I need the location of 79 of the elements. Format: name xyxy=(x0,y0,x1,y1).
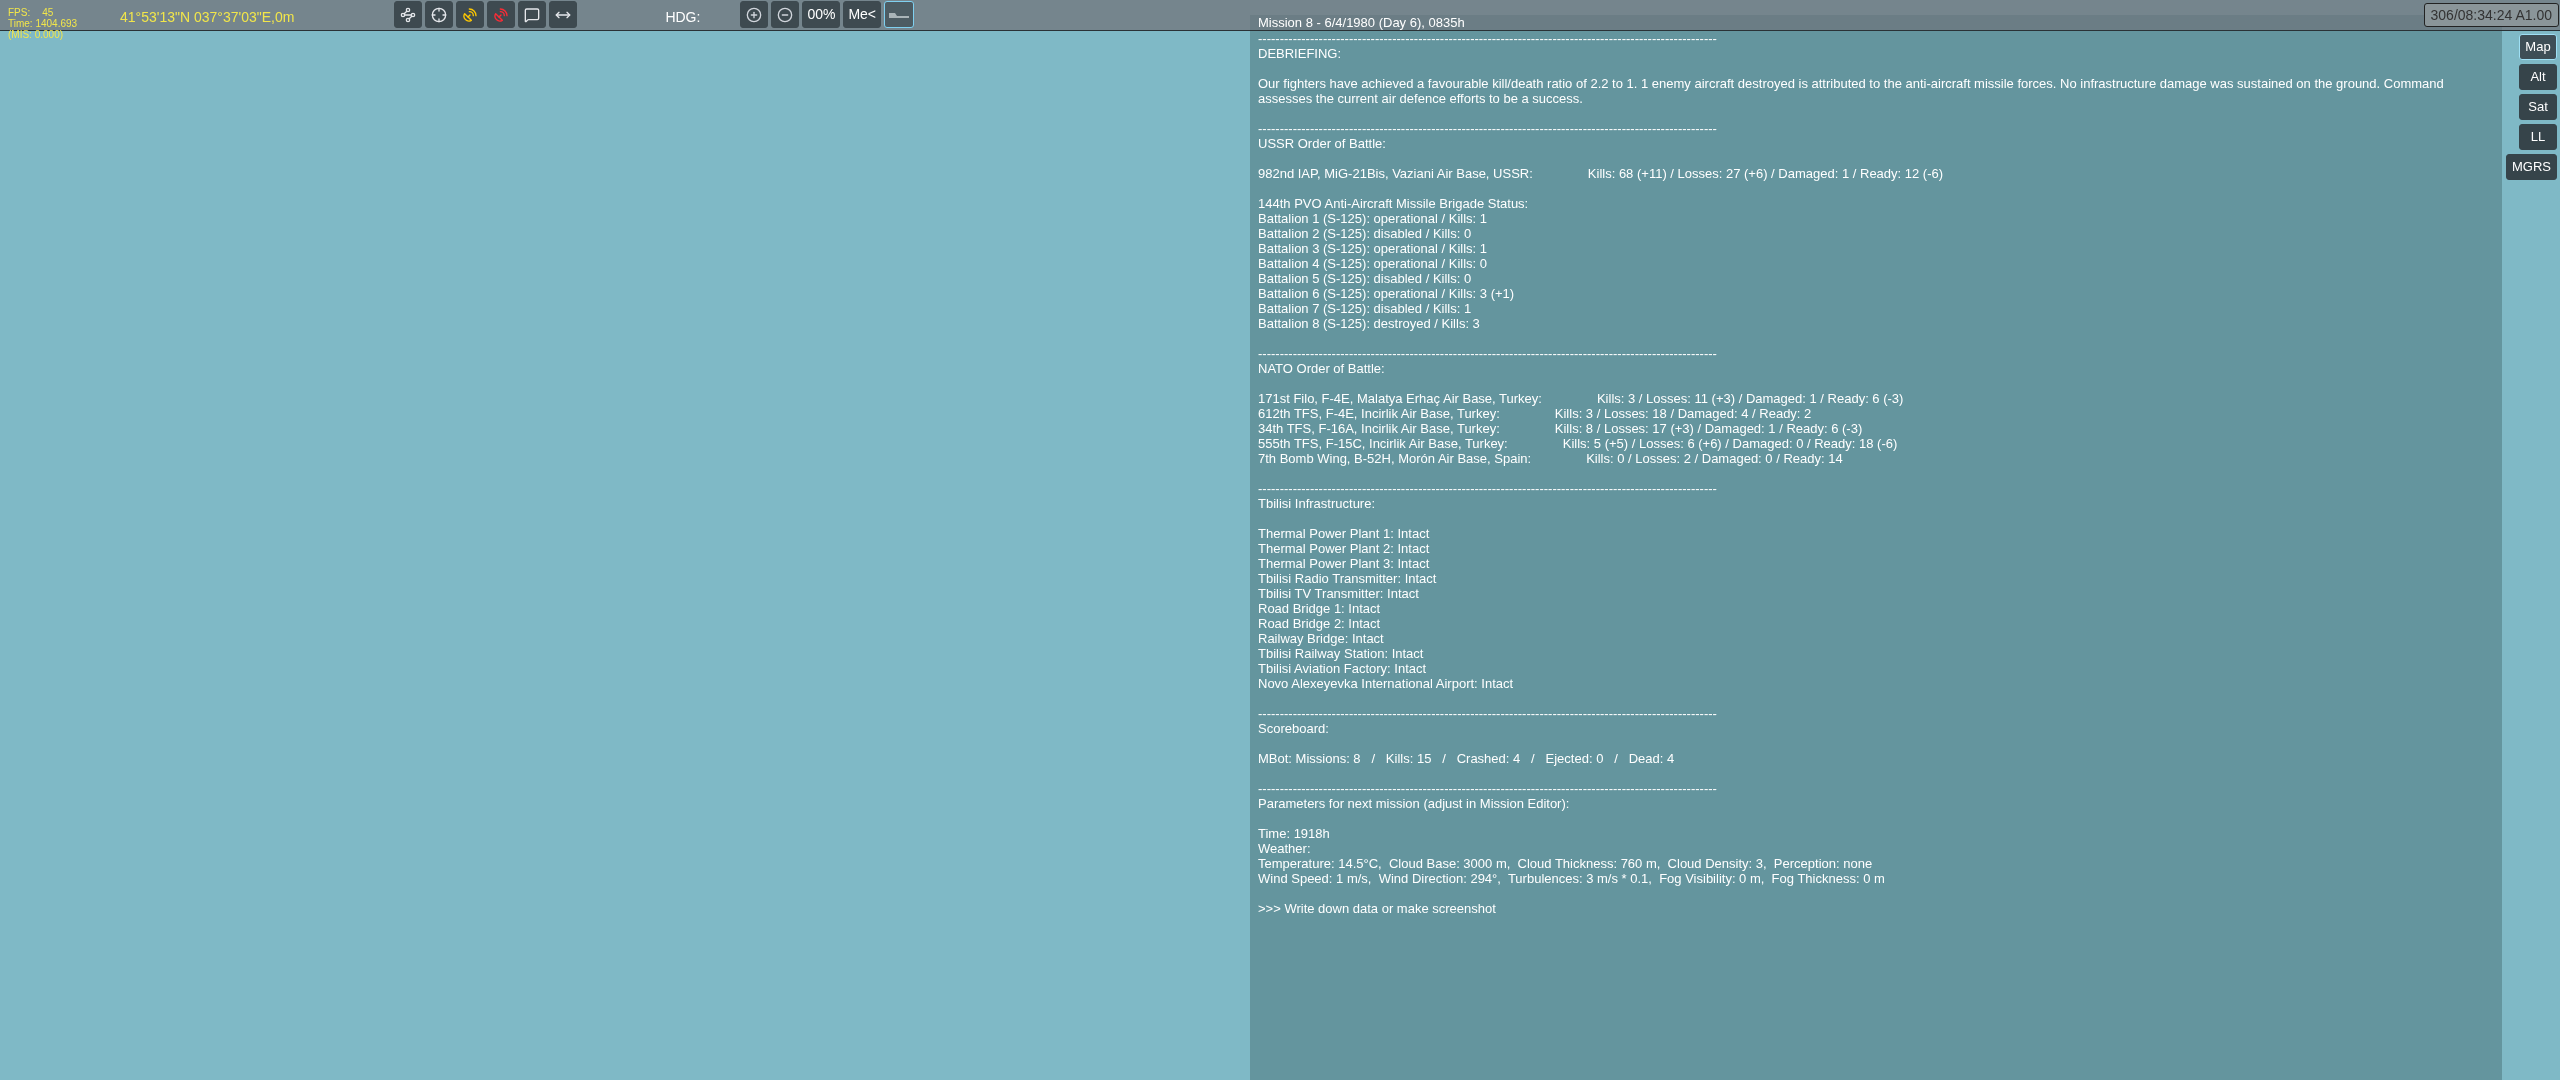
toolbar-button[interactable] xyxy=(771,1,800,28)
report-line: Weather: xyxy=(1258,841,1311,856)
map-mode-button[interactable]: Alt xyxy=(2519,64,2557,90)
report-line: Temperature: 14.5°C, Cloud Base: 3000 m, Cloud Thickness: 760 m, Cloud Density: 3, Perception: none xyxy=(1258,856,1873,871)
report-line: Road Bridge 2: Intact xyxy=(1258,616,1381,631)
report-line: Tbilisi Aviation Factory: Intact xyxy=(1258,661,1427,676)
mission-time-readout: (MIS: 0.000) xyxy=(8,29,65,40)
report-line: Battalion 2 (S-125): disabled / Kills: 0 xyxy=(1258,226,1472,241)
report-line: Thermal Power Plant 1: Intact xyxy=(1258,526,1430,541)
heading-label: HDG: xyxy=(665,8,701,27)
report-line: Battalion 5 (S-125): disabled / Kills: 0 xyxy=(1258,271,1472,286)
section-heading: Scoreboard: xyxy=(1258,721,1329,736)
report-line: Battalion 6 (S-125): operational / Kills: 3 (+1) xyxy=(1258,286,1515,301)
zoom-in-icon xyxy=(746,6,763,23)
report-line: Novo Alexeyevka International Airport: Intact xyxy=(1258,676,1514,691)
report-line: Thermal Power Plant 3: Intact xyxy=(1258,556,1430,571)
section-heading: USSR Order of Battle: xyxy=(1258,136,1386,151)
report-line: 982nd IAP, MiG-21Bis, Vaziani Air Base, USSR: xyxy=(1258,166,1533,181)
report-line: Battalion 7 (S-125): disabled / Kills: 1 xyxy=(1258,301,1472,316)
report-line: >>> Write down data or make screenshot xyxy=(1258,901,1496,916)
toolbar-button[interactable] xyxy=(549,1,578,28)
fps-label: FPS: xyxy=(8,7,31,18)
map-mode-button[interactable]: Sat xyxy=(2519,94,2557,120)
report-line: Battalion 8 (S-125): destroyed / Kills: 3 xyxy=(1258,316,1480,331)
toolbar-button[interactable] xyxy=(425,1,454,28)
map-mode-button[interactable]: MGRS xyxy=(2506,154,2557,180)
unit-stats: Kills: 5 (+5) / Losses: 6 (+6) / Damaged: 0 / Ready: 18 (-6) xyxy=(1562,436,1898,451)
report-line: Time: 1918h xyxy=(1258,826,1330,841)
report-line: Wind Speed: 1 m/s, Wind Direction: 294°, Turbulences: 3 m/s * 0.1, Fog Visibility: 0 m, Fog Thickness: 0 m xyxy=(1258,871,1885,886)
route-icon xyxy=(400,6,417,23)
report-line: Tbilisi Radio Transmitter: Intact xyxy=(1258,571,1437,586)
satellite-dish-icon xyxy=(493,6,510,23)
report-paragraph: MBot: Missions: 8 / Kills: 15 / Crashed: 4 / Ejected: 0 / Dead: 4 xyxy=(1258,751,1676,766)
map-mode-button[interactable]: LL xyxy=(2519,124,2557,150)
report-line: Battalion 3 (S-125): operational / Kills: 1 xyxy=(1258,241,1488,256)
toolbar-button[interactable] xyxy=(740,1,769,28)
report-paragraph: Our fighters have achieved a favourable kill/death ratio of 2.2 to 1. 1 enemy aircraft destroyed is attributed to the anti-aircraft missile forces. No infrastructure damage was sustained on the ground. Command assesses the current air defence efforts to be a success. xyxy=(1258,76,2445,106)
fps-value: 45 xyxy=(42,7,54,18)
unit-stats: Kills: 3 / Losses: 11 (+3) / Damaged: 1 / Ready: 6 (-3) xyxy=(1596,391,1904,406)
terrain-line-icon xyxy=(889,11,910,18)
divider-line: ---------------------------------------------------------------------------------------------------------- xyxy=(1258,121,1717,136)
toolbar-button[interactable] xyxy=(456,1,485,28)
report-line: 34th TFS, F-16A, Incirlik Air Base, Turkey: xyxy=(1258,421,1500,436)
unit-stats: Kills: 68 (+11) / Losses: 27 (+6) / Damaged: 1 / Ready: 12 (-6) xyxy=(1587,166,1944,181)
report-line: 144th PVO Anti-Aircraft Missile Brigade Status: xyxy=(1258,196,1529,211)
report-line: Tbilisi Railway Station: Intact xyxy=(1258,646,1424,661)
report-line: Railway Bridge: Intact xyxy=(1258,631,1384,646)
report-line: Road Bridge 1: Intact xyxy=(1258,601,1381,616)
divider-line: ---------------------------------------------------------------------------------------------------------- xyxy=(1258,481,1717,496)
time-readout: Time: 1404.693 xyxy=(8,18,78,29)
map-mode-button[interactable]: Map xyxy=(2519,34,2557,60)
section-heading: Parameters for next mission (adjust in Mission Editor): xyxy=(1258,796,1570,811)
report-line: Thermal Power Plant 2: Intact xyxy=(1258,541,1430,556)
coordinates-readout: 41°53'13"N 037°37'03"E,0m xyxy=(120,8,295,27)
unit-stats: Kills: 3 / Losses: 18 / Damaged: 4 / Ready: 2 xyxy=(1554,406,1812,421)
toolbar-button[interactable]: Me< xyxy=(843,1,882,28)
section-heading: DEBRIEFING: xyxy=(1258,46,1342,61)
unit-stats: Kills: 8 / Losses: 17 (+3) / Damaged: 1 / Ready: 6 (-3) xyxy=(1554,421,1863,436)
section-heading: Tbilisi Infrastructure: xyxy=(1258,496,1376,511)
report-line: 612th TFS, F-4E, Incirlik Air Base, Turkey: xyxy=(1258,406,1500,421)
report-line: 171st Filo, F-4E, Malatya Erhaç Air Base, Turkey: xyxy=(1258,391,1542,406)
toolbar-button[interactable] xyxy=(394,1,423,28)
report-line: 555th TFS, F-15C, Incirlik Air Base, Turkey: xyxy=(1258,436,1508,451)
toolbar-button[interactable]: 00% xyxy=(802,1,841,28)
divider-line: ---------------------------------------------------------------------------------------------------------- xyxy=(1258,781,1717,796)
toolbar-button[interactable] xyxy=(518,1,547,28)
crosshair-icon xyxy=(431,6,448,23)
report-line: Battalion 1 (S-125): operational / Kills: 1 xyxy=(1258,211,1488,226)
section-heading: NATO Order of Battle: xyxy=(1258,361,1385,376)
zoom-out-icon xyxy=(777,6,794,23)
unit-stats: Kills: 0 / Losses: 2 / Damaged: 0 / Ready: 14 xyxy=(1586,451,1843,466)
divider-line: ---------------------------------------------------------------------------------------------------------- xyxy=(1258,706,1717,721)
chat-bubble-icon xyxy=(524,6,541,23)
report-line: Tbilisi TV Transmitter: Intact xyxy=(1258,586,1419,601)
report-line: 7th Bomb Wing, B-52H, Morón Air Base, Spain: xyxy=(1258,451,1532,466)
divider-line: ---------------------------------------------------------------------------------------------------------- xyxy=(1258,346,1717,361)
report-line: Battalion 4 (S-125): operational / Kills: 0 xyxy=(1258,256,1488,271)
satellite-dish-icon xyxy=(462,6,479,23)
divider-line: ---------------------------------------------------------------------------------------------------------- xyxy=(1258,31,1717,46)
